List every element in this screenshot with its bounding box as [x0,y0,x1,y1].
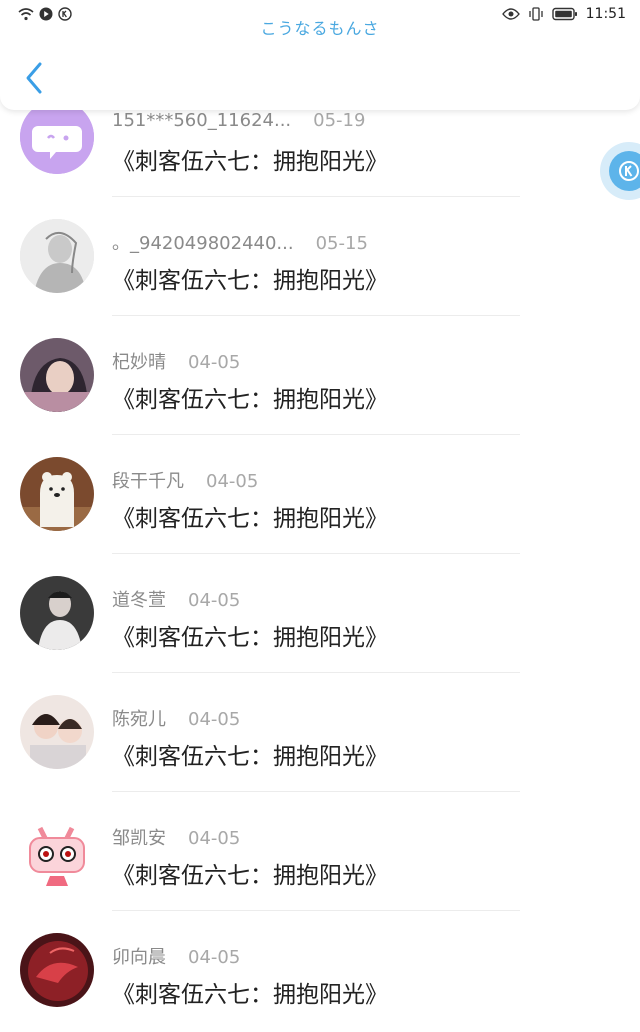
item-meta: 卯向晨 04-05 [112,943,240,969]
item-meta: 陈宛儿 04-05 [112,705,240,731]
list-item[interactable]: 道冬萱 04-05 《刺客伍六七：拥抱阳光》 [0,556,520,675]
sketch-portrait-avatar-icon [20,219,94,293]
divider [112,553,520,554]
avatar[interactable] [20,695,94,769]
item-meta: 道冬萱 04-05 [112,586,240,612]
item-content: 《刺客伍六七：拥抱阳光》 [112,744,388,770]
item-meta: 151***560_11624... 05-19 [112,110,365,131]
item-content: 《刺客伍六七：拥抱阳光》 [112,149,388,175]
user-name: 道冬萱 [112,590,166,611]
polar-bear-avatar-icon [20,457,94,531]
item-meta: 段干千凡 04-05 [112,467,258,493]
item-content: 《刺客伍六七：拥抱阳光》 [112,506,388,532]
k-floating-icon [609,151,640,191]
user-name: 邹凯安 [112,828,166,849]
avatar[interactable] [20,219,94,293]
item-date: 05-15 [315,233,368,254]
red-bird-avatar-icon [20,933,94,1007]
app-header: 11:51 こうなるもんさ [0,0,640,110]
app-title: こうなるもんさ [260,19,380,38]
user-name: 陈宛儿 [112,709,166,730]
item-date: 04-05 [188,828,241,849]
list-item[interactable]: 。_942049802440... 05-15 《刺客伍六七：拥抱阳光》 [0,199,520,318]
avatar[interactable] [20,338,94,412]
list-item[interactable]: 陈宛儿 04-05 《刺客伍六七：拥抱阳光》 [0,675,520,794]
user-name: 151***560_11624... [112,110,292,131]
item-date: 04-05 [206,471,259,492]
avatar[interactable] [20,457,94,531]
item-content: 《刺客伍六七：拥抱阳光》 [112,625,388,651]
list-item[interactable]: 段干千凡 04-05 《刺客伍六七：拥抱阳光》 [0,437,520,556]
floating-assistant-button[interactable] [600,142,640,200]
chevron-left-icon [26,62,42,94]
item-date: 04-05 [188,352,241,373]
user-name: 杞妙晴 [112,352,166,373]
avatar[interactable] [20,100,94,174]
divider [112,791,520,792]
man-portrait-avatar-icon [20,576,94,650]
user-name: 卯向晨 [112,947,166,968]
back-button[interactable] [20,58,50,98]
list-item[interactable]: 邹凯安 04-05 《刺客伍六七：拥抱阳光》 [0,794,520,913]
item-meta: 邹凯安 04-05 [112,824,240,850]
avatar[interactable] [20,933,94,1007]
kids-portrait-avatar-icon [20,695,94,769]
item-content: 《刺客伍六七：拥抱阳光》 [112,863,388,889]
item-content: 《刺客伍六七：拥抱阳光》 [112,387,388,413]
item-date: 04-05 [188,590,241,611]
list-item[interactable]: 卯向晨 04-05 《刺客伍六七：拥抱阳光》 [0,913,520,1032]
girl-portrait-avatar-icon [20,338,94,412]
item-content: 《刺客伍六七：拥抱阳光》 [112,268,388,294]
item-content: 《刺客伍六七：拥抱阳光》 [112,982,388,1008]
item-meta: 杞妙晴 04-05 [112,348,240,374]
divider [112,315,520,316]
item-date: 04-05 [188,709,241,730]
user-name: 段干千凡 [112,471,184,492]
user-name: 。_942049802440... [112,233,294,254]
bunny-cartoon-avatar-icon [20,814,94,888]
avatar[interactable] [20,814,94,888]
item-date: 05-19 [313,110,366,131]
avatar[interactable] [20,576,94,650]
divider [112,672,520,673]
item-date: 04-05 [188,947,241,968]
chat-bubble-avatar-icon [20,100,94,174]
divider [112,910,520,911]
divider [112,434,520,435]
divider [112,196,520,197]
item-meta: 。_942049802440... 05-15 [112,229,368,255]
list-item[interactable]: 杞妙晴 04-05 《刺客伍六七：拥抱阳光》 [0,318,520,437]
